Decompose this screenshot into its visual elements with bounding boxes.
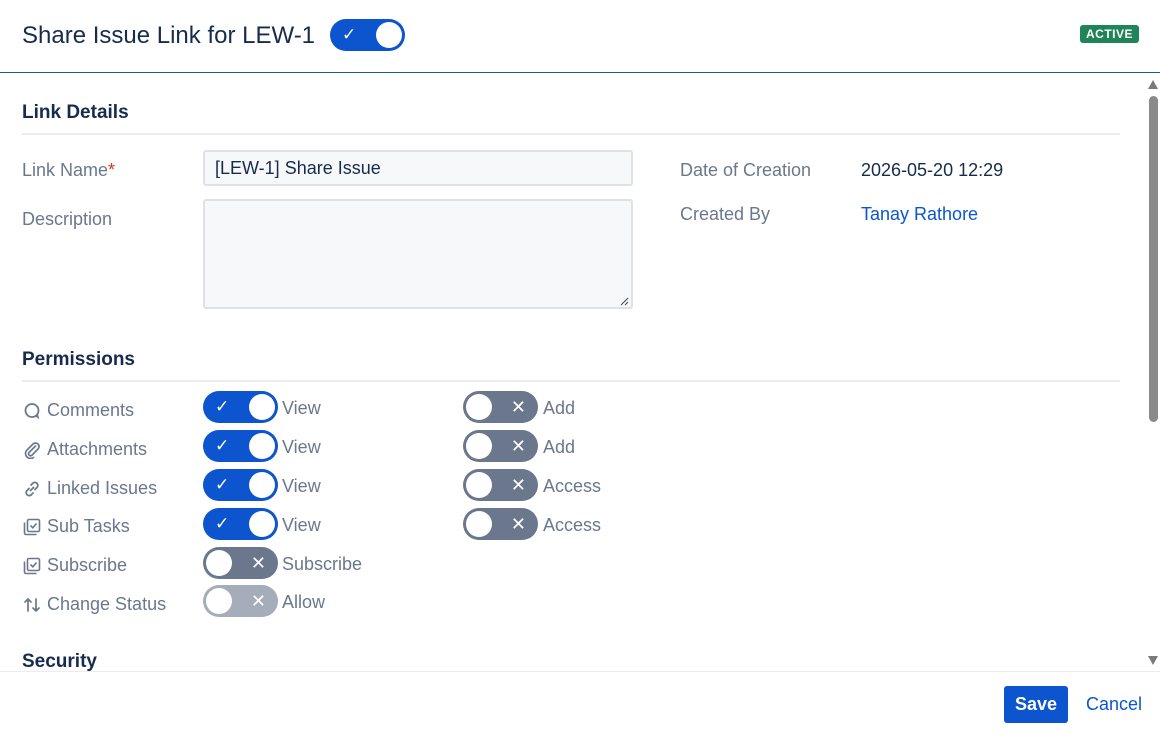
close-icon: ✕	[510, 436, 526, 456]
check-icon: ✓	[342, 25, 357, 44]
section-divider	[22, 133, 1120, 135]
toggle-label: Allow	[282, 592, 326, 612]
permission-row-comments: Comments	[22, 400, 134, 421]
toggle-knob	[376, 22, 402, 48]
toggle-knob	[206, 550, 232, 576]
toggle-knob	[249, 472, 275, 498]
close-icon: ✕	[510, 397, 526, 417]
toggle-label: Access	[543, 515, 602, 535]
dialog-content: Link Details Link Name* Description Date…	[0, 74, 1146, 671]
content-scrollbar[interactable]	[1146, 74, 1160, 671]
required-mark: *	[108, 160, 116, 180]
dialog-footer: Save Cancel	[0, 671, 1160, 735]
toggle-knob	[249, 433, 275, 459]
date-of-creation-value: 2026-05-20 12:29	[861, 160, 1004, 180]
scrollbar-thumb[interactable]	[1149, 96, 1158, 422]
close-icon: ✕	[250, 591, 266, 611]
subscribe-icon	[22, 556, 42, 576]
description-label: Description	[22, 209, 113, 229]
description-textarea[interactable]	[203, 199, 633, 309]
permission-label: Subscribe	[47, 555, 128, 575]
sub-tasks-access-toggle[interactable]: ✕	[463, 508, 538, 540]
paperclip-icon	[22, 440, 42, 460]
link-icon	[22, 479, 42, 499]
check-icon: ✓	[215, 475, 230, 494]
created-by-label: Created By	[680, 204, 771, 224]
toggle-label: View	[282, 515, 321, 535]
toggle-label: Access	[543, 476, 602, 496]
toggle-label: View	[282, 398, 321, 418]
toggle-knob	[249, 394, 275, 420]
toggle-knob	[466, 511, 492, 537]
toggle-knob	[466, 433, 492, 459]
permission-label: Sub Tasks	[47, 516, 130, 536]
toggle-label: View	[282, 476, 321, 496]
permission-label: Comments	[47, 400, 135, 420]
comments-add-toggle[interactable]: ✕	[463, 391, 538, 423]
resize-grip-icon[interactable]	[619, 296, 629, 306]
toggle-label: Subscribe	[282, 554, 363, 574]
close-icon: ✕	[250, 553, 266, 573]
save-button[interactable]: Save	[1004, 686, 1068, 723]
permission-row-linked-issues: Linked Issues	[22, 478, 157, 499]
dialog-header: Share Issue Link for LEW-1 ✓ ACTIVE	[0, 0, 1160, 73]
attachments-add-toggle[interactable]: ✕	[463, 430, 538, 462]
attachments-view-toggle[interactable]: ✓	[203, 430, 278, 462]
subscribe-toggle[interactable]: ✕	[203, 547, 278, 579]
close-icon: ✕	[510, 514, 526, 534]
cancel-button[interactable]: Cancel	[1086, 694, 1142, 715]
permission-row-change-status: Change Status	[22, 594, 166, 615]
permission-row-sub-tasks: Sub Tasks	[22, 516, 130, 537]
permission-row-attachments: Attachments	[22, 439, 147, 460]
toggle-knob	[466, 472, 492, 498]
toggle-label: Add	[543, 437, 576, 457]
permission-label: Change Status	[47, 594, 167, 614]
toggle-knob	[466, 394, 492, 420]
link-name-input[interactable]	[203, 150, 633, 186]
toggle-label: View	[282, 437, 321, 457]
status-badge: ACTIVE	[1079, 25, 1139, 43]
linked-issues-view-toggle[interactable]: ✓	[203, 469, 278, 501]
link-details-heading: Link Details	[22, 102, 129, 123]
close-icon: ✕	[510, 475, 526, 495]
date-of-creation-label: Date of Creation	[680, 160, 812, 180]
toggle-knob	[206, 588, 232, 614]
subtask-icon	[22, 517, 42, 537]
change-status-toggle[interactable]: ✕	[203, 585, 278, 617]
created-by-user-link[interactable]: Tanay Rathore	[861, 204, 978, 225]
scroll-down-arrow-icon[interactable]	[1148, 656, 1158, 665]
comments-view-toggle[interactable]: ✓	[203, 391, 278, 423]
scroll-up-arrow-icon[interactable]	[1148, 80, 1158, 89]
section-divider	[22, 380, 1120, 382]
permission-label: Linked Issues	[47, 478, 158, 498]
change-status-icon	[22, 595, 42, 615]
check-icon: ✓	[215, 397, 230, 416]
permissions-heading: Permissions	[22, 349, 135, 370]
comment-icon	[22, 401, 42, 421]
check-icon: ✓	[215, 514, 230, 533]
link-name-label: Link Name*	[22, 160, 116, 180]
link-enabled-toggle[interactable]: ✓	[330, 19, 405, 51]
toggle-label: Add	[543, 398, 576, 418]
permission-row-subscribe: Subscribe	[22, 555, 127, 576]
security-heading: Security	[22, 651, 97, 671]
sub-tasks-view-toggle[interactable]: ✓	[203, 508, 278, 540]
toggle-knob	[249, 511, 275, 537]
linked-issues-access-toggle[interactable]: ✕	[463, 469, 538, 501]
check-icon: ✓	[215, 436, 230, 455]
permission-label: Attachments	[47, 439, 148, 459]
dialog-title: Share Issue Link for LEW-1	[22, 22, 316, 49]
